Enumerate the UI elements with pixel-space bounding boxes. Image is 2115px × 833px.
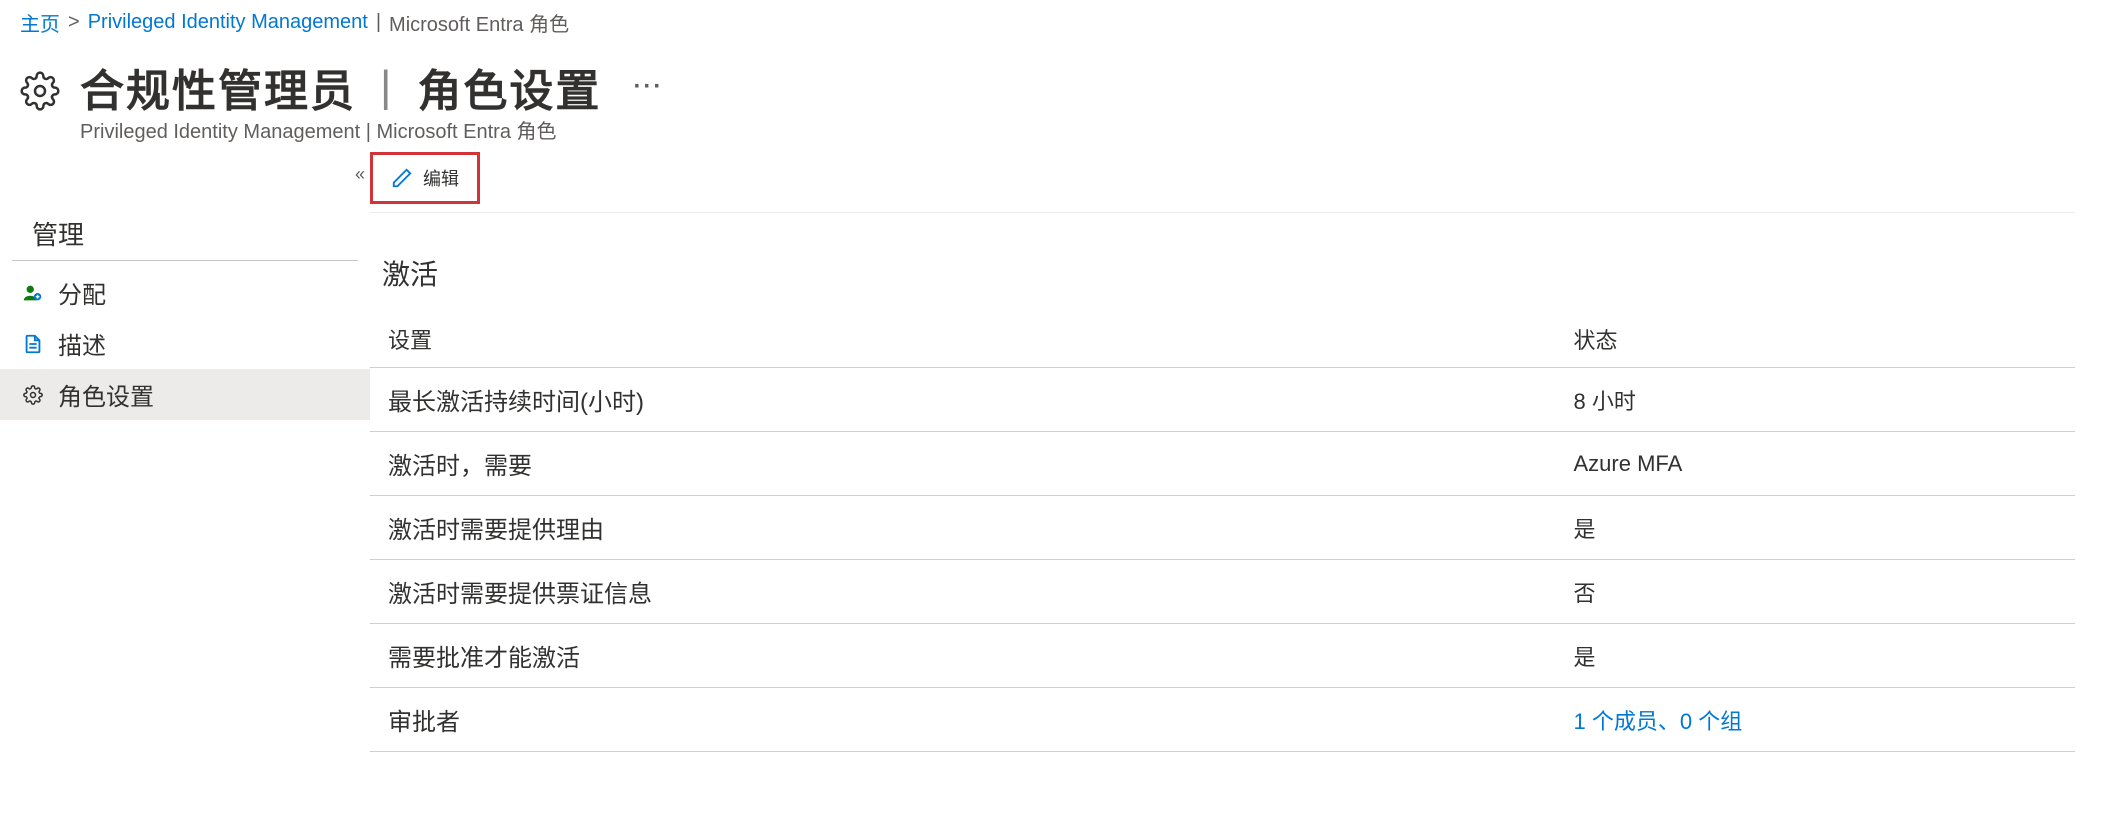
table-row: 激活时需要提供理由 是 [370, 496, 2075, 560]
gear-icon [22, 384, 44, 406]
edit-button-label: 编辑 [423, 165, 459, 191]
breadcrumb-pim[interactable]: Privileged Identity Management [88, 11, 368, 34]
page-header: 合规性管理员 | 角色设置 ··· Privileged Identity Ma… [0, 45, 2115, 144]
table-row: 激活时需要提供票证信息 否 [370, 560, 2075, 624]
sidebar: « 管理 分配 描述 [0, 144, 370, 420]
table-row: 最长激活持续时间(小时) 8 小时 [370, 368, 2075, 432]
document-icon [22, 333, 44, 355]
activation-section-title: 激活 [370, 213, 2075, 311]
breadcrumb-sep: > [68, 11, 80, 34]
state-cell: 是 [1564, 496, 2076, 560]
pencil-icon [391, 167, 413, 189]
breadcrumb-suffix: Microsoft Entra 角色 [389, 8, 569, 37]
sidebar-item-role-settings[interactable]: 角色设置 [0, 369, 370, 420]
breadcrumb-home[interactable]: 主页 [20, 8, 60, 37]
breadcrumb-suffix-sep: | [376, 11, 381, 34]
role-name: 合规性管理员 [80, 55, 356, 119]
collapse-sidebar-button[interactable]: « [355, 164, 362, 185]
sidebar-section-header: 管理 [12, 205, 358, 261]
table-row: 激活时，需要 Azure MFA [370, 432, 2075, 496]
setting-cell: 最长激活持续时间(小时) [370, 368, 1564, 432]
activation-settings-table: 设置 状态 最长激活持续时间(小时) 8 小时 激活时，需要 Azure MFA… [370, 311, 2075, 752]
setting-cell: 激活时需要提供理由 [370, 496, 1564, 560]
col-setting-header: 设置 [370, 311, 1564, 368]
col-state-header: 状态 [1564, 311, 2076, 368]
more-actions-button[interactable]: ··· [625, 73, 671, 101]
setting-cell: 需要批准才能激活 [370, 624, 1564, 688]
sidebar-item-assignments[interactable]: 分配 [0, 267, 370, 318]
setting-cell: 激活时需要提供票证信息 [370, 560, 1564, 624]
table-row: 需要批准才能激活 是 [370, 624, 2075, 688]
sidebar-item-label: 分配 [58, 275, 106, 310]
state-cell: 否 [1564, 560, 2076, 624]
state-cell: Azure MFA [1564, 432, 2076, 496]
table-row: 审批者 1 个成员、0 个组 [370, 688, 2075, 752]
state-cell: 是 [1564, 624, 2076, 688]
setting-cell: 激活时，需要 [370, 432, 1564, 496]
gear-icon [20, 71, 60, 111]
sidebar-item-label: 描述 [58, 326, 106, 361]
main-content: 编辑 激活 设置 状态 最长激活持续时间(小时) 8 小时 激活时，需要 Azu… [370, 144, 2115, 752]
approvers-link[interactable]: 1 个成员、0 个组 [1564, 688, 2076, 752]
user-assign-icon [22, 282, 44, 304]
toolbar: 编辑 [370, 144, 2075, 213]
title-divider: | [380, 62, 393, 112]
setting-cell: 审批者 [370, 688, 1564, 752]
page-subtitle: Privileged Identity Management | Microso… [80, 115, 671, 144]
state-cell: 8 小时 [1564, 368, 2076, 432]
page-title: 合规性管理员 | 角色设置 ··· [80, 55, 671, 119]
sidebar-item-description[interactable]: 描述 [0, 318, 370, 369]
page-label: 角色设置 [417, 55, 601, 119]
breadcrumb: 主页 > Privileged Identity Management | Mi… [0, 0, 2115, 45]
edit-button[interactable]: 编辑 [370, 152, 480, 204]
sidebar-item-label: 角色设置 [58, 377, 154, 412]
